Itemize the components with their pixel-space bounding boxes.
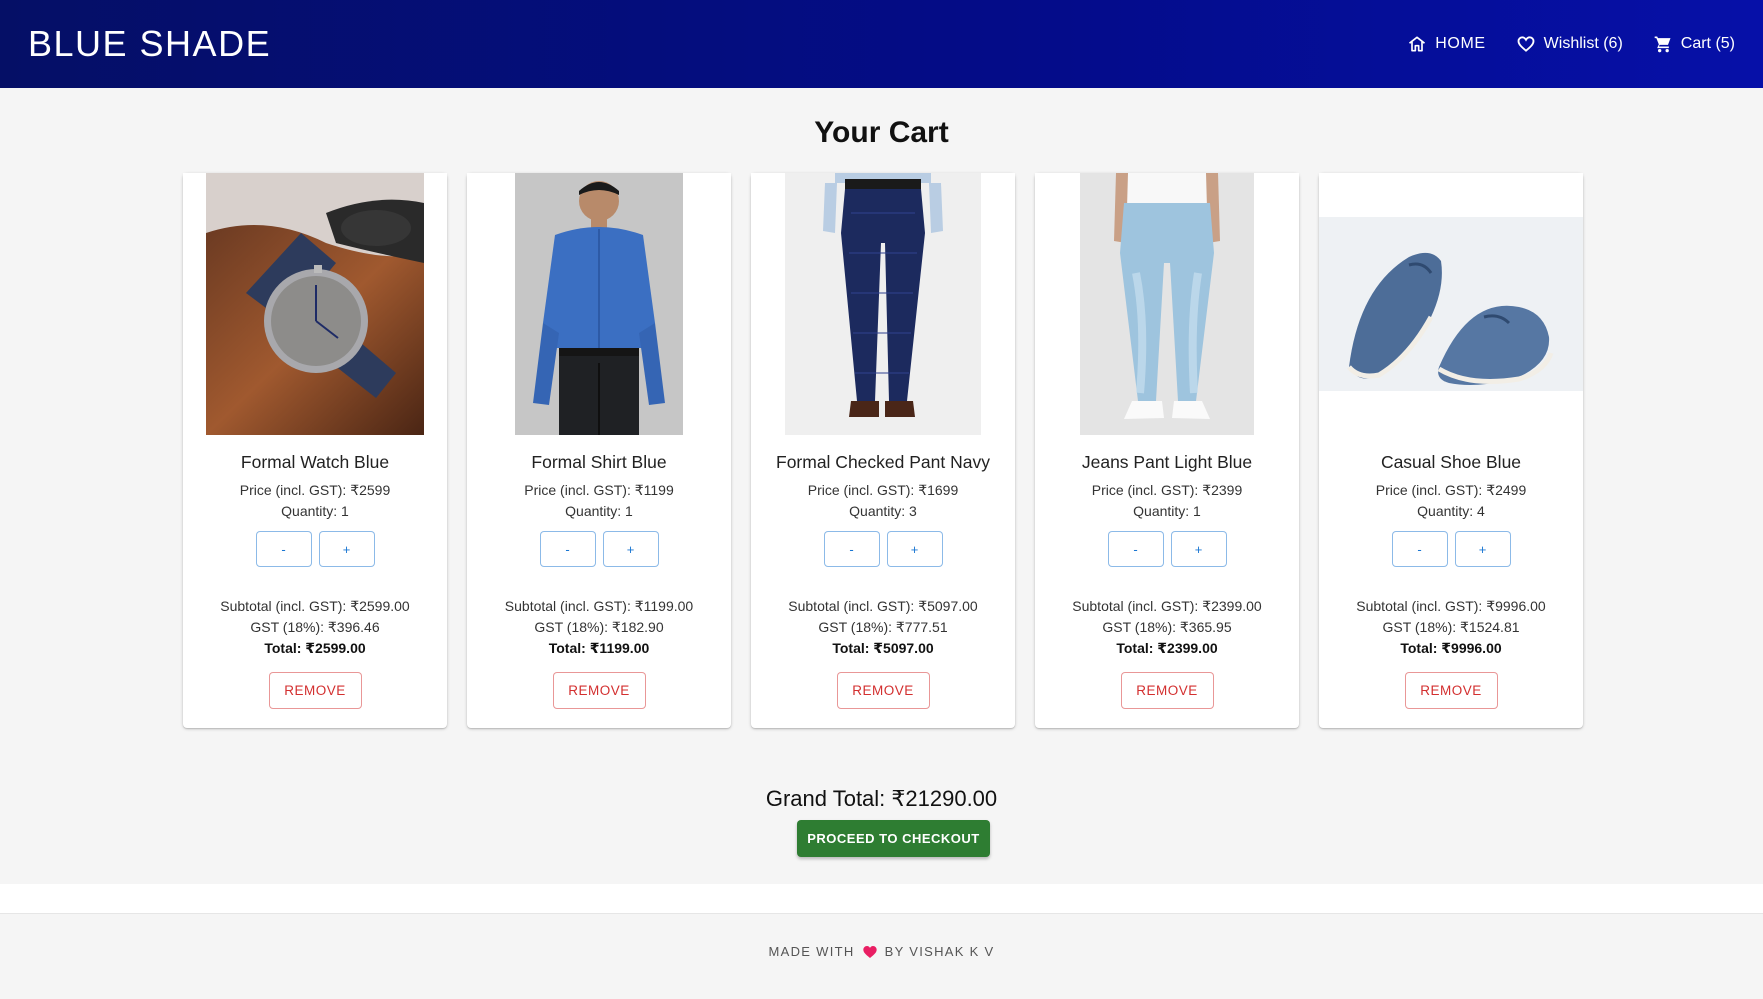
pant-image <box>785 173 981 435</box>
cart-item-card: Formal Checked Pant Navy Price (incl. GS… <box>751 173 1015 728</box>
product-price: Price (incl. GST): ₹1699 <box>807 482 959 498</box>
nav-home-link[interactable]: HOME <box>1407 34 1485 54</box>
decrease-quantity-button[interactable]: - <box>1107 531 1164 567</box>
product-quantity: Quantity: 1 <box>281 503 349 519</box>
item-summary: Subtotal (incl. GST): ₹9996.00 GST (18%)… <box>1319 596 1583 659</box>
product-image-container <box>1319 173 1583 435</box>
remove-item-button[interactable]: REMOVE <box>268 672 362 709</box>
quantity-stepper: - + <box>467 531 731 567</box>
quantity-stepper: - + <box>1035 531 1299 567</box>
page-title: Your Cart <box>814 116 949 149</box>
item-summary: Subtotal (incl. GST): ₹2599.00 GST (18%)… <box>183 596 447 659</box>
shirt-image <box>515 173 683 435</box>
item-summary: Subtotal (incl. GST): ₹1199.00 GST (18%)… <box>467 596 731 659</box>
remove-item-button[interactable]: REMOVE <box>1404 672 1498 709</box>
footer: MADE WITH BY VISHAK K V <box>0 913 1763 999</box>
footer-author: BY VISHAK K V <box>884 944 995 959</box>
grand-total: Grand Total: ₹21290.00 <box>765 786 998 811</box>
product-quantity: Quantity: 1 <box>565 503 633 519</box>
item-total: Total: ₹1199.00 <box>548 640 650 656</box>
cart-item-card: Casual Shoe Blue Price (incl. GST): ₹249… <box>1319 173 1583 728</box>
proceed-to-checkout-button[interactable]: PROCEED TO CHECKOUT <box>797 820 990 857</box>
heart-icon <box>1517 36 1535 52</box>
decrease-quantity-button[interactable]: - <box>539 531 596 567</box>
home-icon <box>1409 36 1426 52</box>
item-subtotal: Subtotal (incl. GST): ₹9996.00 <box>1356 598 1546 614</box>
item-summary: Subtotal (incl. GST): ₹5097.00 GST (18%)… <box>751 596 1015 659</box>
product-name[interactable]: Formal Watch Blue <box>183 452 447 476</box>
nav-wishlist-link[interactable]: Wishlist (6) <box>1516 34 1623 54</box>
item-gst: GST (18%): ₹1524.81 <box>1382 619 1520 635</box>
increase-quantity-button[interactable]: + <box>886 531 943 567</box>
product-quantity: Quantity: 3 <box>849 503 917 519</box>
item-gst: GST (18%): ₹182.90 <box>534 619 664 635</box>
item-gst: GST (18%): ₹777.51 <box>818 619 948 635</box>
cart-item-card: Jeans Pant Light Blue Price (incl. GST):… <box>1035 173 1299 728</box>
cart-item-card: Formal Shirt Blue Price (incl. GST): ₹11… <box>467 173 731 728</box>
item-total: Total: ₹5097.00 <box>832 640 934 656</box>
cart-item-info: Formal Shirt Blue Price (incl. GST): ₹11… <box>467 435 731 709</box>
cart-item-info: Casual Shoe Blue Price (incl. GST): ₹249… <box>1319 435 1583 709</box>
shoe-image <box>1319 217 1583 391</box>
product-quantity: Quantity: 4 <box>1417 503 1485 519</box>
cart-items-list: Formal Watch Blue Price (incl. GST): ₹25… <box>183 173 1583 728</box>
footer-prefix: MADE WITH <box>768 944 855 959</box>
cart-icon <box>1654 36 1671 53</box>
product-name[interactable]: Formal Checked Pant Navy <box>751 452 1015 476</box>
quantity-stepper: - + <box>1319 531 1583 567</box>
item-gst: GST (18%): ₹365.95 <box>1102 619 1232 635</box>
decrease-quantity-button[interactable]: - <box>823 531 880 567</box>
product-price: Price (incl. GST): ₹2599 <box>239 482 391 498</box>
quantity-stepper: - + <box>183 531 447 567</box>
nav-cart-label: Cart (5) <box>1680 35 1735 52</box>
product-price: Price (incl. GST): ₹2499 <box>1375 482 1527 498</box>
item-total: Total: ₹2399.00 <box>1116 640 1218 656</box>
nav-cart-link[interactable]: Cart (5) <box>1653 34 1735 54</box>
increase-quantity-button[interactable]: + <box>318 531 375 567</box>
product-image-container <box>751 173 1015 435</box>
watch-image <box>206 173 424 435</box>
item-subtotal: Subtotal (incl. GST): ₹5097.00 <box>788 598 978 614</box>
cart-item-info: Formal Checked Pant Navy Price (incl. GS… <box>751 435 1015 709</box>
item-gst: GST (18%): ₹396.46 <box>250 619 380 635</box>
product-name[interactable]: Jeans Pant Light Blue <box>1035 452 1299 476</box>
product-name[interactable]: Casual Shoe Blue <box>1319 452 1583 476</box>
jeans-image <box>1080 173 1254 435</box>
item-subtotal: Subtotal (incl. GST): ₹2599.00 <box>220 598 410 614</box>
cart-item-info: Formal Watch Blue Price (incl. GST): ₹25… <box>183 435 447 709</box>
decrease-quantity-button[interactable]: - <box>1391 531 1448 567</box>
decrease-quantity-button[interactable]: - <box>255 531 312 567</box>
increase-quantity-button[interactable]: + <box>1454 531 1511 567</box>
heart-icon <box>862 945 877 958</box>
product-price: Price (incl. GST): ₹1199 <box>524 482 674 498</box>
quantity-stepper: - + <box>751 531 1015 567</box>
item-summary: Subtotal (incl. GST): ₹2399.00 GST (18%)… <box>1035 596 1299 659</box>
remove-item-button[interactable]: REMOVE <box>552 672 646 709</box>
item-subtotal: Subtotal (incl. GST): ₹1199.00 <box>504 598 694 614</box>
nav-home-label: HOME <box>1435 35 1486 52</box>
product-image-container <box>467 173 731 435</box>
nav-wishlist-label: Wishlist (6) <box>1543 35 1623 52</box>
cart-item-card: Formal Watch Blue Price (incl. GST): ₹25… <box>183 173 447 728</box>
brand-logo[interactable]: BLUE SHADE <box>28 23 271 65</box>
item-total: Total: ₹2599.00 <box>264 640 366 656</box>
item-subtotal: Subtotal (incl. GST): ₹2399.00 <box>1072 598 1262 614</box>
increase-quantity-button[interactable]: + <box>602 531 659 567</box>
remove-item-button[interactable]: REMOVE <box>836 672 930 709</box>
product-price: Price (incl. GST): ₹2399 <box>1091 482 1243 498</box>
product-name[interactable]: Formal Shirt Blue <box>467 452 731 476</box>
nav-links: HOME Wishlist (6) Cart (5) <box>1407 34 1735 54</box>
product-image-container <box>183 173 447 435</box>
cart-page: Your Cart Formal Watch Blue Price (incl.… <box>0 88 1763 884</box>
cart-item-info: Jeans Pant Light Blue Price (incl. GST):… <box>1035 435 1299 709</box>
product-image-container <box>1035 173 1299 435</box>
footer-spacer <box>0 884 1763 913</box>
increase-quantity-button[interactable]: + <box>1170 531 1227 567</box>
item-total: Total: ₹9996.00 <box>1400 640 1502 656</box>
product-quantity: Quantity: 1 <box>1133 503 1201 519</box>
top-navbar: BLUE SHADE HOME Wishlist (6) Cart (5) <box>0 0 1763 88</box>
remove-item-button[interactable]: REMOVE <box>1120 672 1214 709</box>
